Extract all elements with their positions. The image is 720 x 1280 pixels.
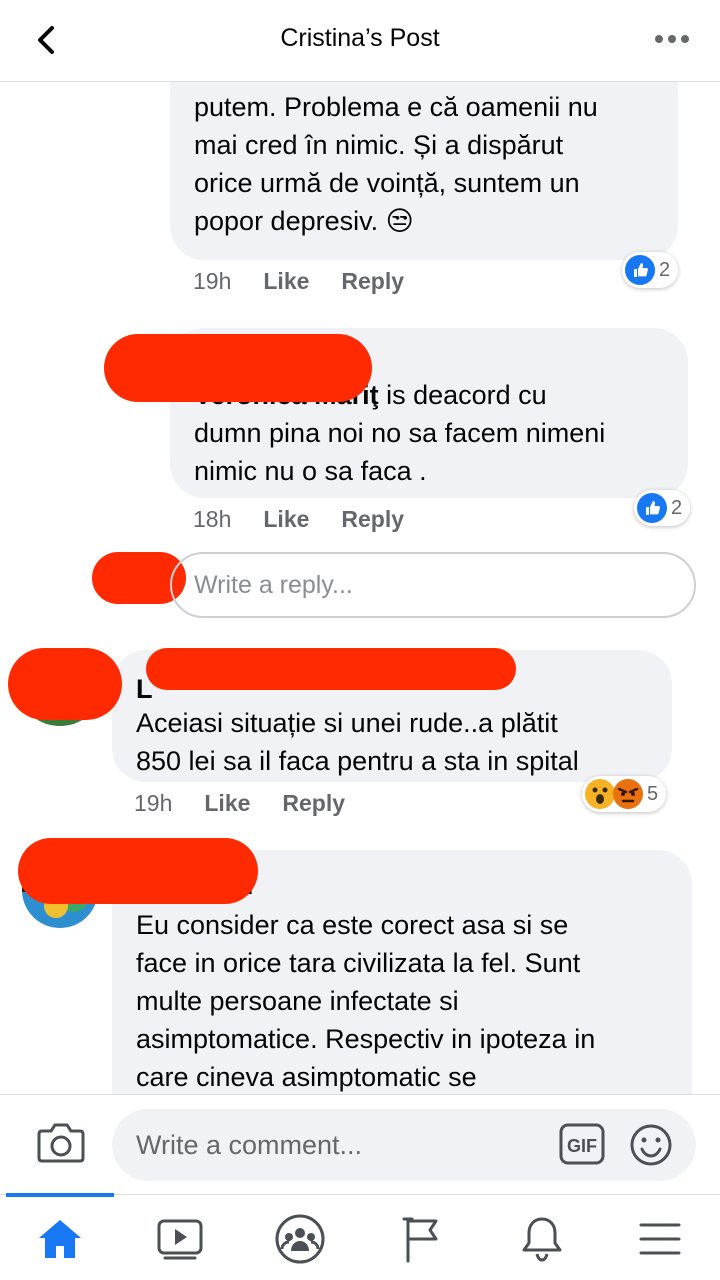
reaction-summary[interactable]: 2 (634, 490, 691, 526)
reply-button[interactable]: Reply (282, 790, 345, 817)
active-tab-indicator (6, 1193, 114, 1197)
reaction-count: 5 (647, 782, 659, 805)
watch-icon[interactable] (150, 1209, 210, 1269)
smiley-icon[interactable] (628, 1122, 674, 1168)
angry-reaction-icon (613, 779, 643, 809)
comment-text-first-line: is deacord cu (378, 380, 547, 410)
comment-text: dumn pina noi no sa facem nimeni nimic n… (194, 418, 606, 486)
comment-text: putem. Problema e că oamenii nu mai cred… (194, 92, 598, 236)
top-bar: Cristina’s Post (0, 0, 720, 82)
comment-actions: 19h Like Reply (193, 268, 404, 295)
comments-feed[interactable]: putem. Problema e că oamenii nu mai cred… (0, 82, 720, 1094)
reaction-summary[interactable]: 2 (622, 252, 679, 288)
menu-icon[interactable] (630, 1209, 690, 1269)
bottom-nav (0, 1193, 720, 1280)
comment-bubble: putem. Problema e că oamenii nu mai cred… (170, 82, 678, 260)
comment-actions: 18h Like Reply (193, 506, 404, 533)
comment-input[interactable]: Write a comment... (112, 1109, 696, 1181)
svg-text:GIF: GIF (567, 1136, 597, 1156)
comment-time: 19h (134, 790, 173, 816)
like-button[interactable]: Like (204, 790, 250, 817)
redaction-mark (8, 648, 122, 720)
like-button[interactable]: Like (263, 268, 309, 295)
comment-text: Eu consider ca este corect asa si se fac… (136, 910, 596, 1092)
more-dots-icon[interactable] (652, 24, 692, 54)
comment-text: Aceiasi situație si unei rude..a plătit … (136, 708, 579, 776)
comment-actions: 19h Like Reply (134, 790, 345, 817)
reaction-count: 2 (659, 258, 671, 281)
redaction-mark (104, 334, 372, 402)
comment-time: 19h (193, 268, 232, 294)
groups-icon[interactable] (270, 1209, 330, 1269)
notifications-bell-icon[interactable] (512, 1209, 572, 1269)
like-button[interactable]: Like (263, 506, 309, 533)
like-reaction-icon (625, 255, 655, 285)
redaction-mark (18, 838, 258, 904)
page-title: Cristina’s Post (280, 24, 440, 52)
reaction-count: 2 (671, 496, 683, 519)
reply-input[interactable]: Write a reply... (170, 552, 696, 618)
pages-flag-icon[interactable] (392, 1209, 452, 1269)
like-reaction-icon (637, 493, 667, 523)
gif-icon[interactable]: GIF (558, 1121, 606, 1167)
comment-composer: Write a comment... (0, 1094, 720, 1194)
comment-time: 18h (193, 506, 232, 532)
wow-reaction-icon (585, 779, 615, 809)
camera-icon[interactable] (36, 1119, 86, 1165)
reaction-summary[interactable]: 5 (582, 776, 667, 812)
reply-button[interactable]: Reply (341, 268, 404, 295)
home-icon[interactable] (30, 1209, 90, 1269)
reply-button[interactable]: Reply (341, 506, 404, 533)
redaction-mark (146, 648, 516, 690)
